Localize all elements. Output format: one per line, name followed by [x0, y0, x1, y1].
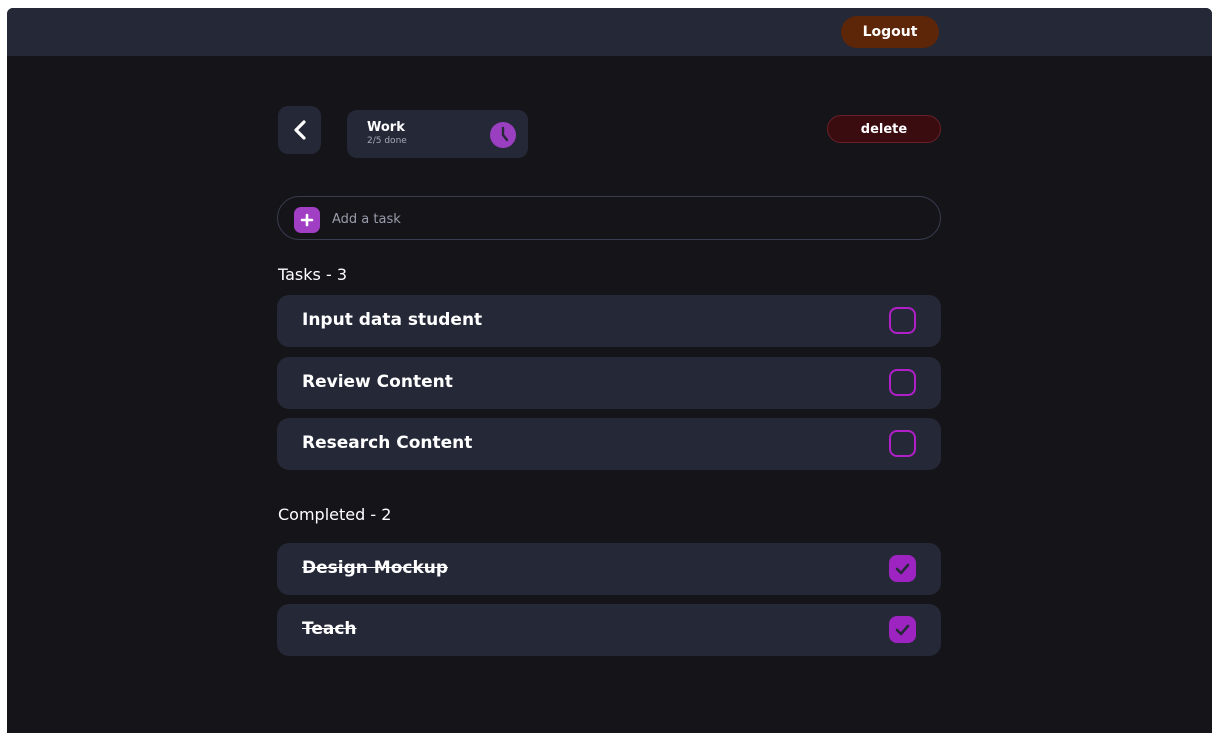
delete-list-button[interactable]: delete	[827, 115, 941, 143]
task-label: Research Content	[302, 433, 473, 453]
top-bar: Logout	[7, 8, 1212, 56]
task-item[interactable]: Research Content	[277, 418, 941, 470]
completed-task-item[interactable]: Teach	[277, 604, 941, 656]
check-icon	[895, 624, 910, 635]
task-item[interactable]: Review Content	[277, 357, 941, 409]
task-item[interactable]: Input data student	[277, 295, 941, 347]
task-label: Input data student	[302, 310, 483, 330]
check-icon	[895, 563, 910, 574]
plus-icon[interactable]	[294, 207, 320, 233]
add-task-input[interactable]	[332, 205, 922, 233]
back-button[interactable]	[278, 106, 321, 154]
task-label: Teach	[302, 619, 357, 639]
task-label: Design Mockup	[302, 558, 449, 578]
completed-section-title: Completed - 2	[278, 505, 392, 524]
clock-icon	[490, 122, 516, 148]
task-checkbox[interactable]	[889, 307, 916, 334]
task-checkbox-checked[interactable]	[889, 616, 916, 643]
add-task-bar	[277, 196, 941, 240]
chevron-left-icon	[293, 120, 306, 140]
task-checkbox[interactable]	[889, 430, 916, 457]
task-checkbox[interactable]	[889, 369, 916, 396]
list-info-card: Work 2/5 done	[347, 110, 528, 158]
task-checkbox-checked[interactable]	[889, 555, 916, 582]
list-progress: 2/5 done	[367, 136, 407, 146]
tasks-section-title: Tasks - 3	[278, 265, 347, 284]
completed-task-item[interactable]: Design Mockup	[277, 543, 941, 595]
list-name: Work	[367, 120, 405, 135]
task-label: Review Content	[302, 372, 453, 392]
app-window: Logout Work 2/5 done delete Tasks - 3 In…	[7, 8, 1212, 733]
logout-button[interactable]: Logout	[841, 16, 939, 48]
